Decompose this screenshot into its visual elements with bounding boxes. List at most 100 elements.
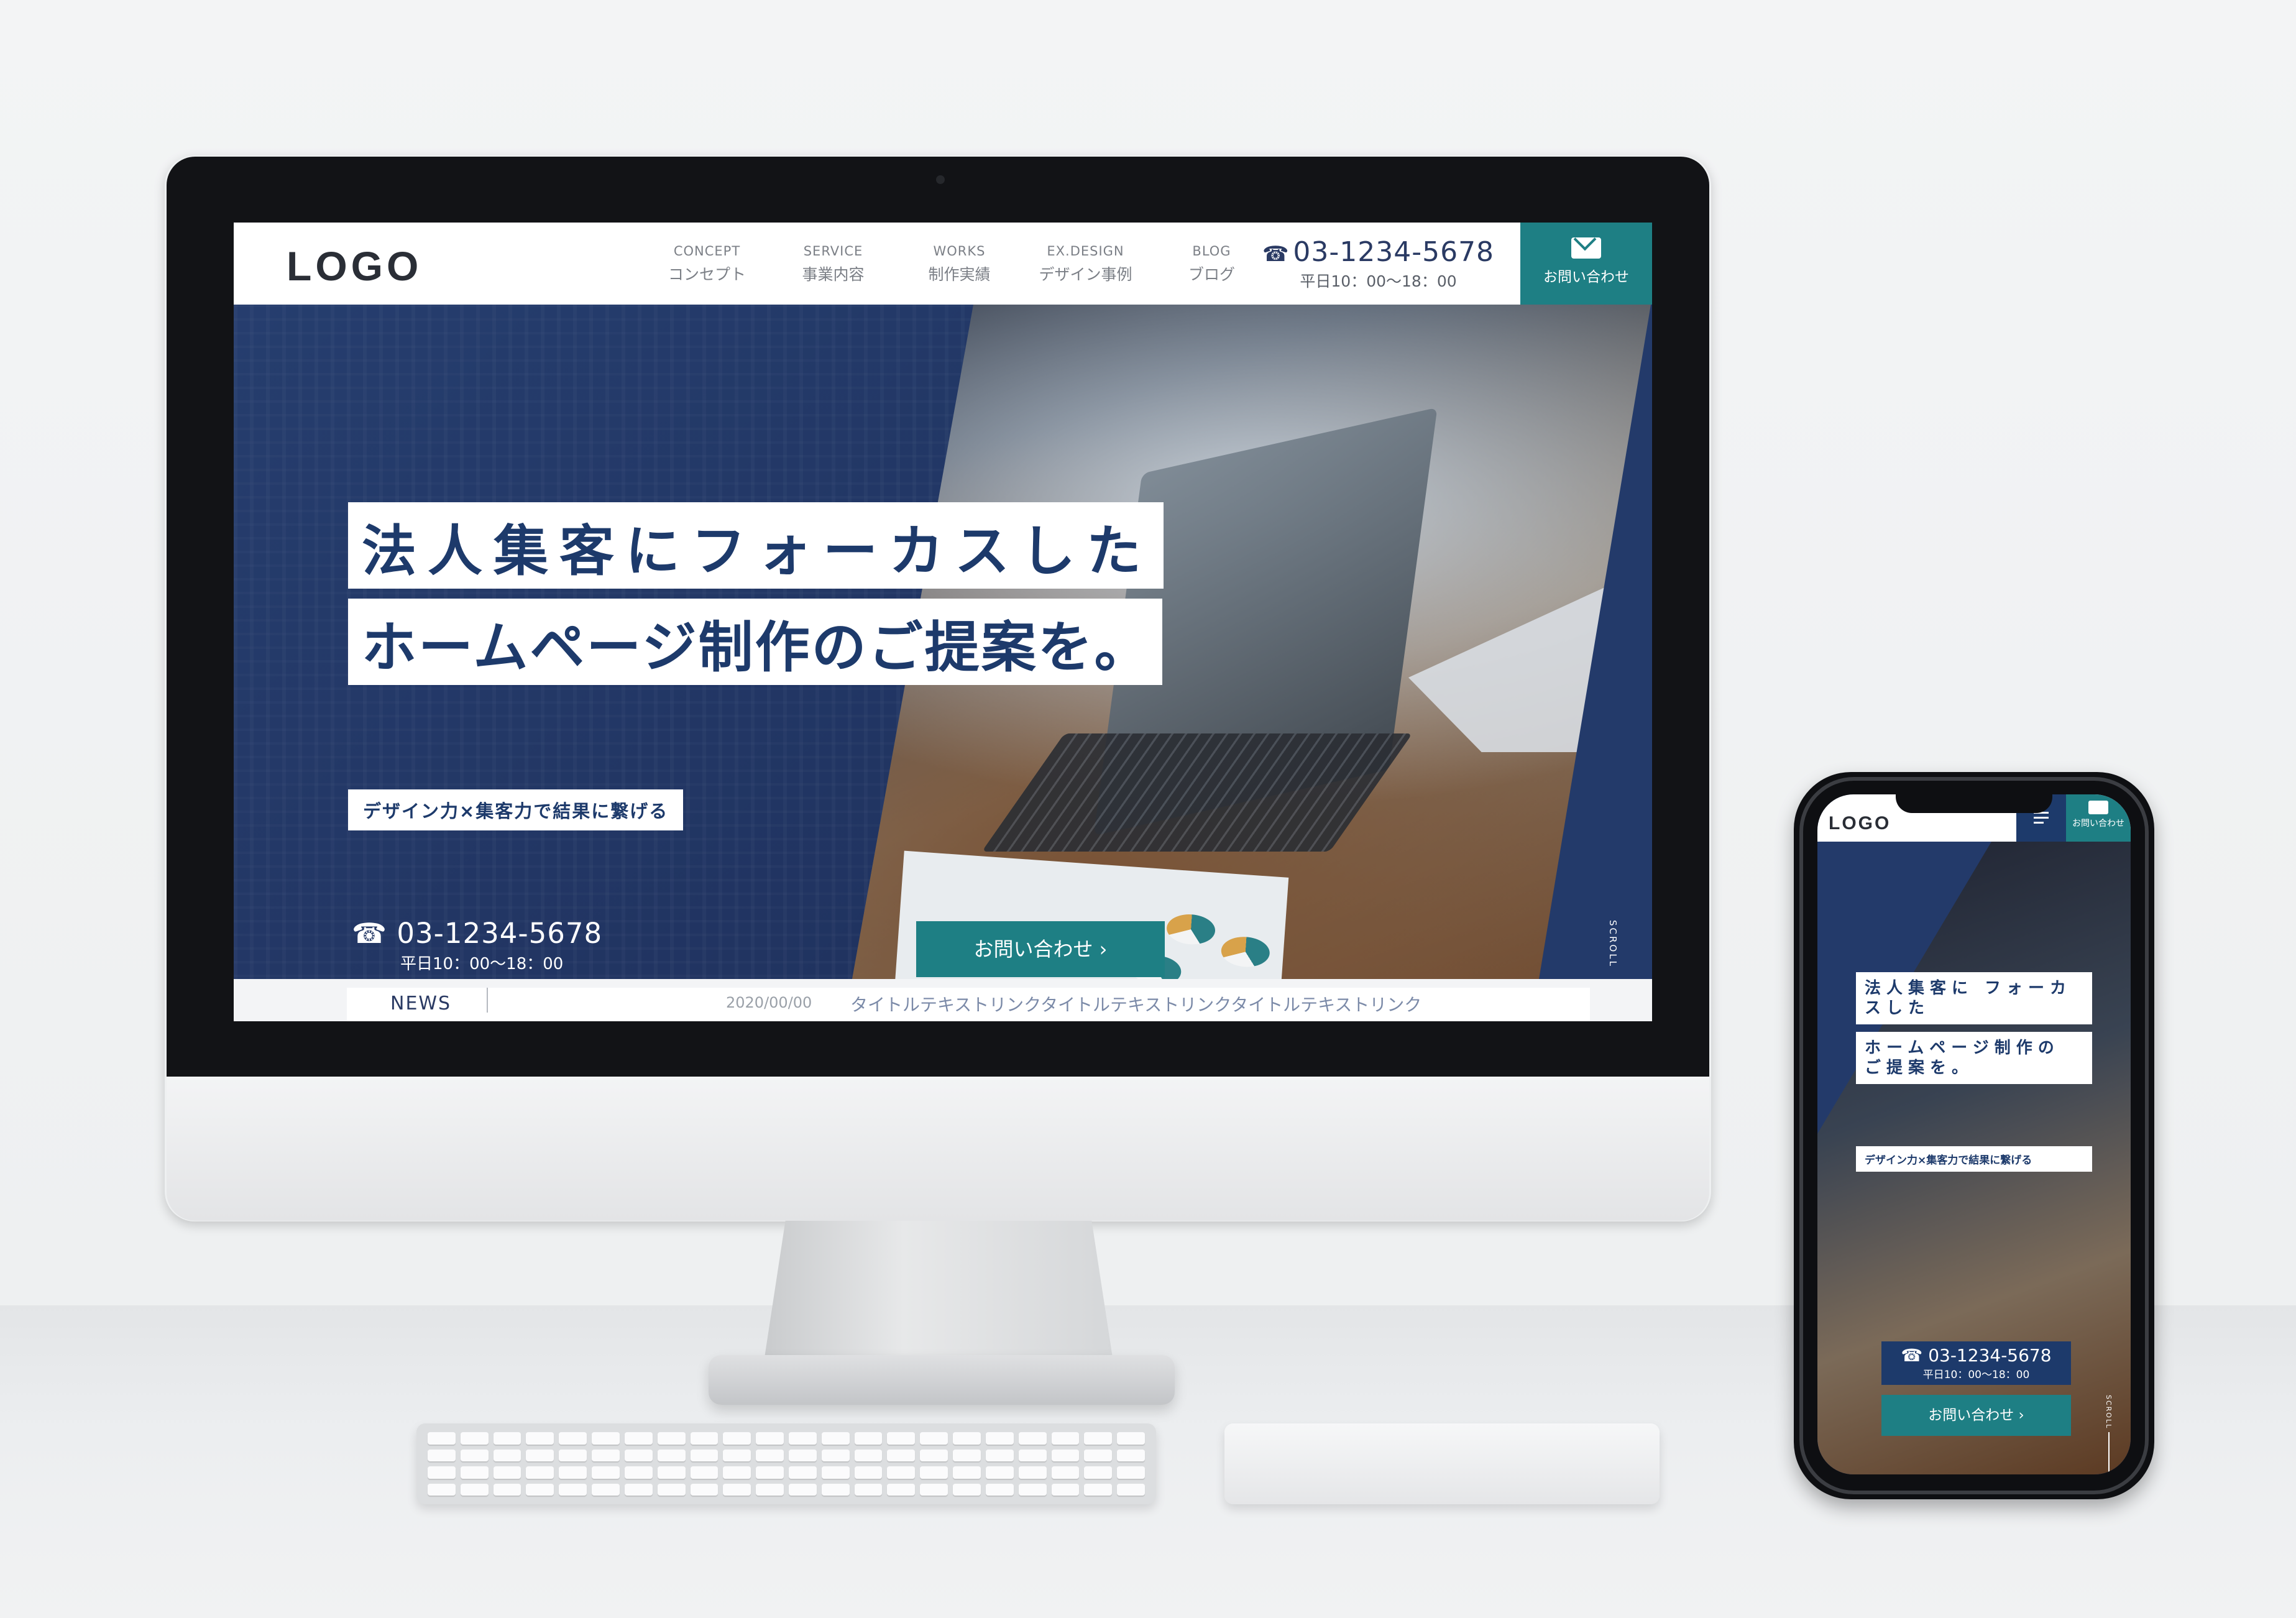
keyboard-key xyxy=(953,1466,981,1479)
pie-chart-graphic xyxy=(1165,912,1216,946)
keyboard-key xyxy=(657,1432,686,1445)
keyboard-key xyxy=(953,1449,981,1461)
mobile-tel-number-row: ☎ 03-1234-5678 xyxy=(1881,1345,2071,1366)
keyboard-key xyxy=(985,1432,1014,1445)
keyboard-key xyxy=(559,1432,587,1445)
nav-item-works[interactable]: WORKS 制作実績 xyxy=(896,244,1022,285)
nav-item-blog[interactable]: BLOG ブログ xyxy=(1149,244,1275,285)
imac-stand-foot xyxy=(709,1355,1175,1405)
keyboard-key xyxy=(1084,1432,1113,1445)
keyboard-key xyxy=(657,1449,686,1461)
header-tel[interactable]: ☎ 03-1234-5678 平日10：00〜18：00 xyxy=(1262,236,1494,292)
keyboard-key xyxy=(493,1483,521,1496)
keyboard-key xyxy=(1051,1432,1080,1445)
keyboard-key xyxy=(920,1449,948,1461)
keyboard-key xyxy=(953,1432,981,1445)
phone-icon: ☎ xyxy=(352,917,397,950)
keyboard-key xyxy=(1018,1432,1047,1445)
keyboard-key xyxy=(493,1449,521,1461)
mobile-scroll-line xyxy=(2108,1432,2110,1474)
keyboard-key xyxy=(592,1449,620,1461)
keyboard-key xyxy=(1018,1466,1047,1479)
nav-item-ja: 事業内容 xyxy=(802,265,865,283)
mobile-logo[interactable]: LOGO xyxy=(1829,813,1891,834)
keyboard-key xyxy=(1051,1449,1080,1461)
keyboard-key xyxy=(920,1432,948,1445)
keyboard-key xyxy=(723,1466,751,1479)
keyboard-key xyxy=(887,1483,916,1496)
keyboard-key xyxy=(1018,1449,1047,1461)
mail-icon xyxy=(2088,801,2108,814)
nav-item-ja: コンセプト xyxy=(668,265,746,283)
header-contact-label: お問い合わせ xyxy=(1543,269,1629,285)
keyboard-key xyxy=(690,1466,719,1479)
keyboard-key xyxy=(624,1483,653,1496)
keyboard-key xyxy=(460,1449,489,1461)
news-bar: NEWS 2020/00/00 タイトルテキストリンクタイトルテキストリンクタイ… xyxy=(234,979,1652,1021)
mobile-contact-button[interactable]: お問い合わせ xyxy=(2066,794,2131,842)
pie-chart-graphic xyxy=(1220,935,1271,969)
keyboard-key xyxy=(756,1483,784,1496)
mobile-title-line1: 法人集客に フォーカスした xyxy=(1856,972,2092,1024)
keyboard-key xyxy=(854,1449,883,1461)
nav-item-en: SERVICE xyxy=(803,244,863,259)
keyboard-key xyxy=(854,1432,883,1445)
news-date: 2020/00/00 xyxy=(726,994,812,1011)
hero-tel[interactable]: ☎ 03-1234-5678 平日10：00〜18：00 xyxy=(352,917,602,974)
nav-item-service[interactable]: SERVICE 事業内容 xyxy=(770,244,896,285)
mobile-contact-label: お問い合わせ xyxy=(2072,819,2124,829)
keyboard-key xyxy=(1117,1432,1145,1445)
hero-title-line1: 法人集客にフォーカスした xyxy=(348,502,1164,589)
news-title-link[interactable]: タイトルテキストリンクタイトルテキストリンクタイトルテキストリンク xyxy=(850,991,1421,1016)
hero-section: 法人集客にフォーカスした ホームページ制作のご提案を。 デザイン力×集客力で結果… xyxy=(234,305,1652,979)
keyboard-key xyxy=(788,1449,817,1461)
keyboard-key xyxy=(1084,1483,1113,1496)
keyboard-key xyxy=(493,1432,521,1445)
keyboard-key xyxy=(526,1432,554,1445)
keyboard-key xyxy=(1051,1466,1080,1479)
nav-item-ex-design[interactable]: EX.DESIGN デザイン事例 xyxy=(1022,244,1149,285)
news-item[interactable]: NEWS 2020/00/00 タイトルテキストリンクタイトルテキストリンクタイ… xyxy=(347,988,1590,1021)
keyboard-key xyxy=(526,1483,554,1496)
site-header: LOGO CONCEPT コンセプト SERVICE 事業内容 WORKS 制作… xyxy=(234,223,1652,305)
keyboard-key xyxy=(1117,1449,1145,1461)
nav-item-en: EX.DESIGN xyxy=(1047,244,1124,259)
hero-tel-number: 03-1234-5678 xyxy=(397,917,603,950)
keyboard-key xyxy=(1084,1449,1113,1461)
menu-bar xyxy=(2034,822,2044,824)
phone-icon: ☎ xyxy=(1262,242,1290,267)
keyboard-key xyxy=(624,1466,653,1479)
scroll-indicator[interactable]: SCROLL xyxy=(1607,920,1619,968)
keyboard-key xyxy=(821,1449,850,1461)
news-divider xyxy=(487,988,488,1013)
mobile-contact-cta[interactable]: お問い合わせ › xyxy=(1881,1395,2071,1436)
keyboard-key xyxy=(723,1449,751,1461)
keyboard-key xyxy=(920,1483,948,1496)
mobile-tel-number: 03-1234-5678 xyxy=(1928,1345,2052,1366)
nav-item-en: WORKS xyxy=(933,244,986,259)
site-logo[interactable]: LOGO xyxy=(287,242,422,290)
keyboard-key xyxy=(985,1449,1014,1461)
keyboard-key xyxy=(624,1432,653,1445)
keyboard-key xyxy=(460,1483,489,1496)
imac-chin xyxy=(167,1077,1709,1221)
menu-bar xyxy=(2034,817,2049,819)
nav-item-concept[interactable]: CONCEPT コンセプト xyxy=(644,244,770,285)
mobile-scroll-indicator[interactable]: SCROLL xyxy=(2105,1395,2113,1474)
hero-title: 法人集客にフォーカスした ホームページ制作のご提案を。 xyxy=(348,502,1164,695)
hero-subtitle: デザイン力×集客力で結果に繋げる xyxy=(348,789,684,830)
keyboard-key xyxy=(854,1466,883,1479)
keyboard-key xyxy=(526,1466,554,1479)
trackpad xyxy=(1224,1423,1660,1504)
keyboard-key xyxy=(460,1466,489,1479)
keyboard-key xyxy=(788,1483,817,1496)
hero-contact-button[interactable]: お問い合わせ › xyxy=(916,921,1165,977)
header-contact-button[interactable]: お問い合わせ xyxy=(1520,223,1652,305)
keyboard-key xyxy=(854,1483,883,1496)
keyboard-key xyxy=(428,1466,456,1479)
keyboard-key xyxy=(493,1466,521,1479)
keyboard-key xyxy=(723,1483,751,1496)
keyboard-key xyxy=(657,1466,686,1479)
mobile-tel[interactable]: ☎ 03-1234-5678 平日10：00〜18：00 xyxy=(1881,1341,2071,1385)
keyboard-key xyxy=(985,1466,1014,1479)
